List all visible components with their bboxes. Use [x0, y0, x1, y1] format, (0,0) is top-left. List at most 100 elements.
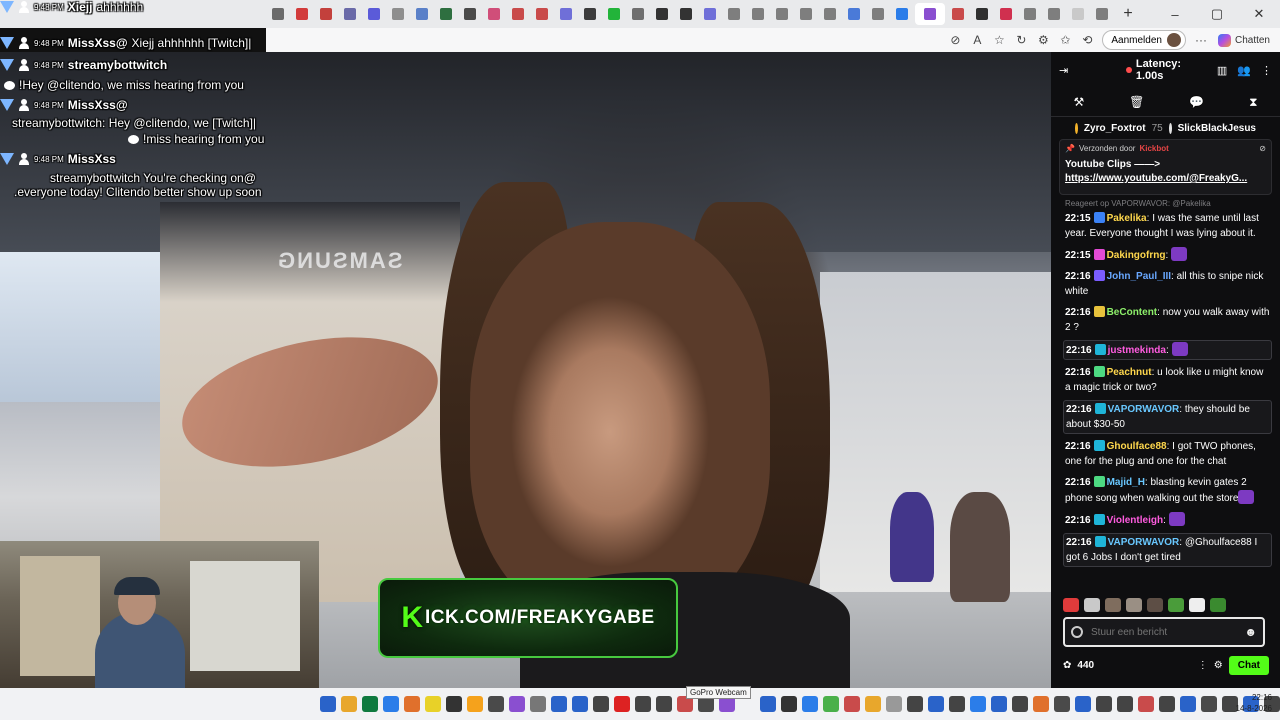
gifter-name[interactable]: SlickBlackJesus — [1178, 123, 1256, 134]
taskbar-app-icon[interactable] — [635, 696, 651, 712]
favorites-icon[interactable]: ✩ — [1054, 33, 1076, 47]
quick-emote-icon[interactable] — [1126, 598, 1142, 612]
taskbar-app-icon[interactable] — [488, 696, 504, 712]
browser-tab[interactable] — [699, 3, 721, 25]
extension-icon[interactable]: ⚙ — [1032, 33, 1054, 47]
browser-tab[interactable] — [819, 3, 841, 25]
minimize-icon[interactable]: – — [1154, 7, 1196, 22]
hourglass-icon[interactable]: ⧗ — [1249, 95, 1257, 110]
chat-message[interactable]: 22:15 Dakingofrng: — [1063, 246, 1272, 264]
tray-app-icon[interactable] — [781, 696, 797, 712]
taskbar-app-icon[interactable] — [320, 696, 336, 712]
stats-icon[interactable]: ▥ — [1217, 64, 1227, 77]
taskbar-clock[interactable]: 22:16 14-8-2026 — [1236, 692, 1272, 714]
chat-message[interactable]: 22:16 justmekinda: — [1063, 340, 1272, 360]
browser-tab[interactable] — [339, 3, 361, 25]
browser-tab[interactable] — [483, 3, 505, 25]
tray-app-icon[interactable] — [1117, 696, 1133, 712]
chat-message[interactable]: 22:16 Ghoulface88: I got TWO phones, one … — [1063, 438, 1272, 470]
chat-input[interactable] — [1091, 626, 1231, 638]
browser-tab[interactable] — [651, 3, 673, 25]
browser-tab[interactable] — [531, 3, 553, 25]
browser-tab[interactable] — [1043, 3, 1065, 25]
emoji-icon[interactable]: ☻ — [1244, 625, 1257, 639]
emote-picker-icon[interactable] — [1071, 626, 1083, 638]
tray-app-icon[interactable] — [802, 696, 818, 712]
copilot-button[interactable]: Chatten — [1217, 33, 1270, 47]
tray-app-icon[interactable] — [928, 696, 944, 712]
quick-emote-icon[interactable] — [1063, 598, 1079, 612]
tray-app-icon[interactable] — [844, 696, 860, 712]
taskbar-app-icon[interactable] — [362, 696, 378, 712]
chat-message[interactable]: 22:16 VAPORWAVOR: @Ghoulface88 I got 6 Jo… — [1063, 533, 1272, 567]
points-icon[interactable]: ✿ — [1063, 660, 1071, 671]
browser-tab[interactable] — [627, 3, 649, 25]
message-username[interactable]: VAPORWAVOR — [1108, 537, 1180, 548]
tray-app-icon[interactable] — [760, 696, 776, 712]
taskbar-app-icon[interactable] — [467, 696, 483, 712]
taskbar-app-icon[interactable] — [383, 696, 399, 712]
browser-tab[interactable] — [1091, 3, 1113, 25]
signin-button[interactable]: Aanmelden — [1102, 30, 1186, 50]
users-icon[interactable]: 👥 — [1237, 64, 1251, 77]
tray-app-icon[interactable] — [823, 696, 839, 712]
tray-app-icon[interactable] — [1201, 696, 1217, 712]
tray-app-icon[interactable] — [1054, 696, 1070, 712]
taskbar-app-icon[interactable] — [530, 696, 546, 712]
message-username[interactable]: Pakelika — [1107, 213, 1147, 224]
browser-tab[interactable] — [747, 3, 769, 25]
quick-emote-icon[interactable] — [1168, 598, 1184, 612]
message-username[interactable]: John_Paul_III — [1107, 271, 1171, 282]
browser-tab[interactable] — [843, 3, 865, 25]
tray-app-icon[interactable] — [1012, 696, 1028, 712]
history-icon[interactable]: ⟲ — [1076, 33, 1098, 47]
browser-tab[interactable] — [891, 3, 913, 25]
tray-app-icon[interactable] — [865, 696, 881, 712]
taskbar-app-icon[interactable] — [656, 696, 672, 712]
browser-tab[interactable] — [411, 3, 433, 25]
quick-emote-icon[interactable] — [1210, 598, 1226, 612]
browser-tab[interactable] — [867, 3, 889, 25]
quick-emote-icon[interactable] — [1105, 598, 1121, 612]
collapse-chat-icon[interactable]: ⇥ — [1059, 64, 1068, 77]
gifter-name[interactable]: Zyro_Foxtrot — [1084, 123, 1146, 134]
chat-message[interactable]: 22:15 Pakelika: I was the same until last… — [1063, 210, 1272, 242]
chat-message[interactable]: 22:16 Violentleigh: — [1063, 511, 1272, 529]
browser-tab[interactable] — [267, 3, 289, 25]
browser-tab[interactable] — [387, 3, 409, 25]
tray-app-icon[interactable] — [949, 696, 965, 712]
browser-tab[interactable] — [315, 3, 337, 25]
tray-app-icon[interactable] — [1033, 696, 1049, 712]
more-menu-icon[interactable]: ··· — [1190, 33, 1212, 47]
pinned-author[interactable]: Kickbot — [1139, 144, 1168, 153]
browser-tab[interactable] — [363, 3, 385, 25]
favorite-star-icon[interactable]: ☆ — [988, 33, 1010, 47]
tray-app-icon[interactable] — [1138, 696, 1154, 712]
taskbar-app-icon[interactable] — [446, 696, 462, 712]
browser-tab[interactable] — [507, 3, 529, 25]
tray-app-icon[interactable] — [907, 696, 923, 712]
browser-tab[interactable] — [291, 3, 313, 25]
more-vertical-icon[interactable]: ⋮ — [1198, 660, 1208, 671]
tray-app-icon[interactable] — [1096, 696, 1112, 712]
taskbar-app-icon[interactable] — [551, 696, 567, 712]
browser-tab[interactable] — [555, 3, 577, 25]
unpin-icon[interactable]: ⊘ — [1259, 144, 1266, 153]
message-username[interactable]: Peachnut — [1107, 367, 1152, 378]
browser-tab[interactable] — [1067, 3, 1089, 25]
message-username[interactable]: Ghoulface88 — [1107, 441, 1167, 452]
quick-emote-icon[interactable] — [1147, 598, 1163, 612]
tray-app-icon[interactable] — [886, 696, 902, 712]
pinned-link[interactable]: https://www.youtube.com/@FreakyG... — [1065, 173, 1266, 184]
maximize-icon[interactable]: ▢ — [1196, 6, 1238, 22]
message-username[interactable]: Dakingofrng — [1107, 250, 1166, 261]
chat-message[interactable]: 22:16 Peachnut: u look like u might know … — [1063, 364, 1272, 396]
taskbar-app-icon[interactable] — [614, 696, 630, 712]
settings-gear-icon[interactable]: ⚙ — [1214, 660, 1223, 671]
browser-tab[interactable] — [435, 3, 457, 25]
browser-tab[interactable] — [995, 3, 1017, 25]
hammer-icon[interactable]: ⚒ — [1073, 95, 1084, 109]
quick-emote-icon[interactable] — [1189, 598, 1205, 612]
chat-message[interactable]: 22:16 John_Paul_III: all this to snipe ni… — [1063, 268, 1272, 300]
browser-tab[interactable] — [723, 3, 745, 25]
